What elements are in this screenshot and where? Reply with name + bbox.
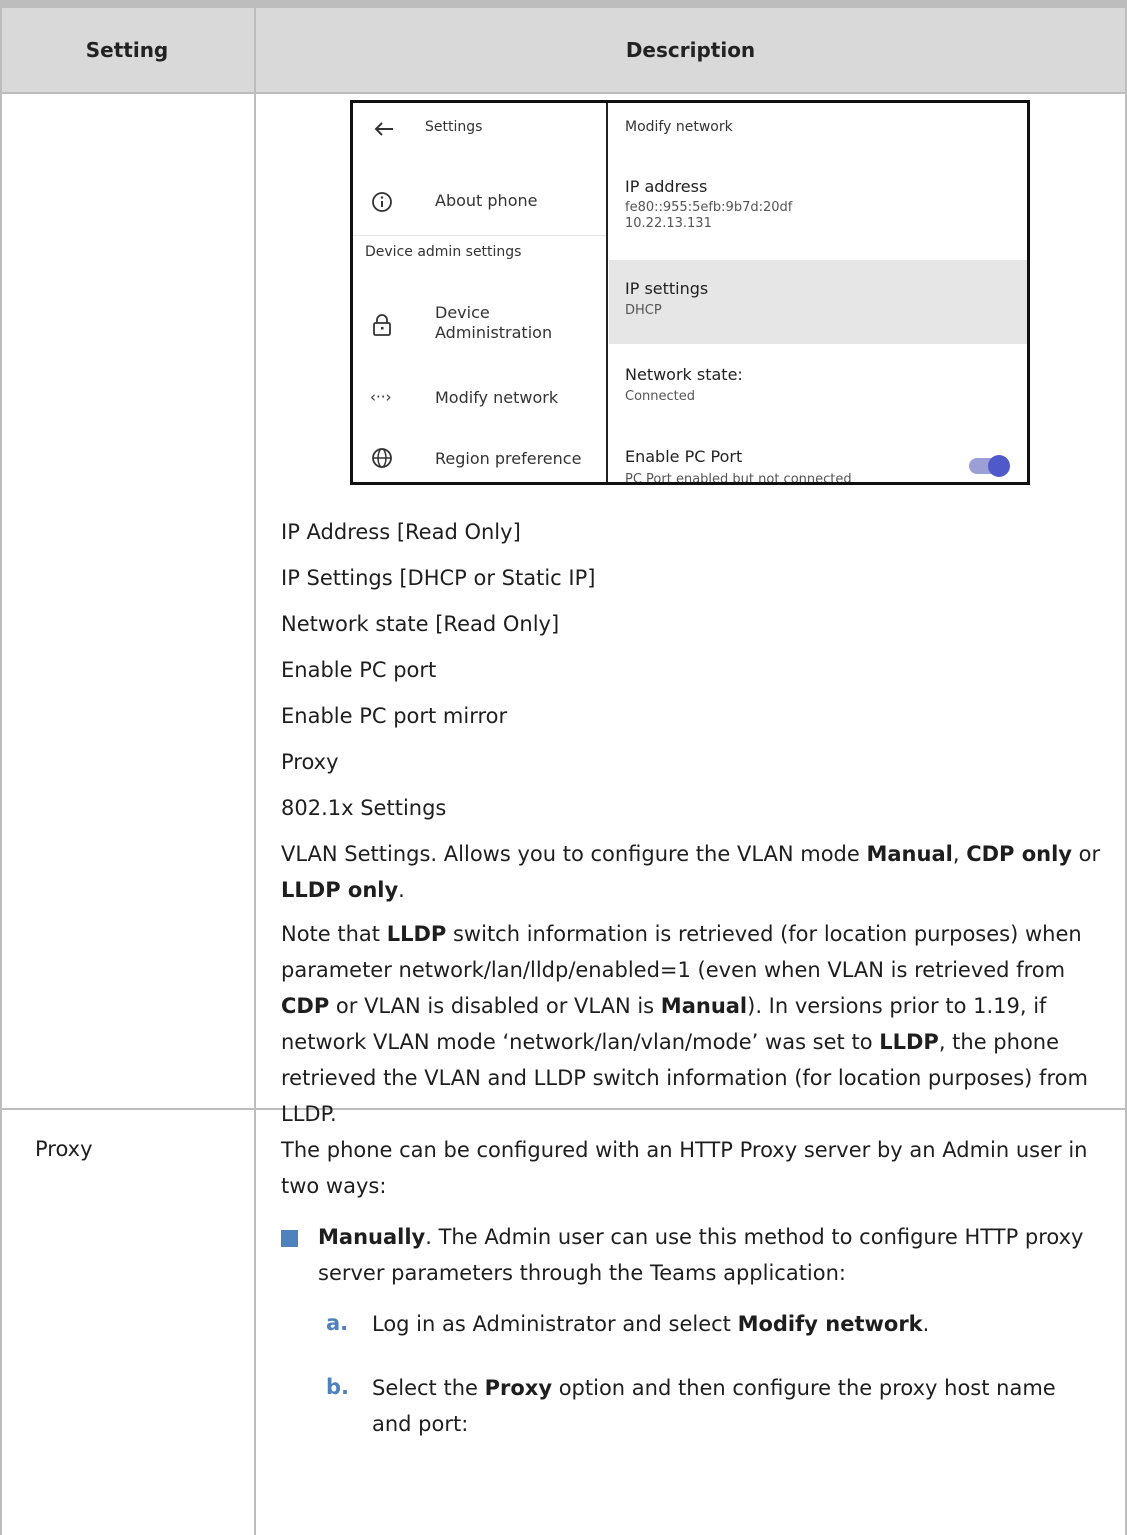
network-state-label: Network state: [625,365,743,384]
step-a-span: Log in as Administrator and select [372,1312,738,1336]
ip-address-label: IP address [625,177,708,196]
globe-icon [372,448,392,468]
note-t3: or VLAN is disabled or VLAN is [329,994,661,1018]
note-b1: LLDP [386,922,447,946]
pane-divider [606,103,608,482]
left-title: Settings [425,119,483,135]
vlan-prefix: VLAN Settings. Allows you to configure t… [281,842,867,866]
note-b2: CDP [281,994,330,1018]
step-a-text: Log in as Administrator and select Modif… [372,1306,1112,1342]
device-administration-line2: Administration [435,323,553,342]
network-state-value: Connected [625,389,696,404]
bullet-text: . The Admin user can use this method to … [318,1225,1084,1285]
column-divider [254,0,256,1535]
vlan-sep1: , [952,842,967,866]
item-ip-settings: IP Settings [DHCP or Static IP] [281,566,596,590]
vlan-sep2: or [1072,842,1101,866]
step-b-text: Select the Proxy option and then configu… [372,1370,1092,1442]
ip-settings-label: IP settings [625,279,709,298]
device-admin-settings-label: Device admin settings [365,244,522,260]
bullet-square-icon [281,1230,298,1247]
step-b-span1: Select the [372,1376,485,1400]
lldp-note: Note that LLDP switch information is ret… [281,916,1111,1132]
enable-pc-port-label: Enable PC Port [625,447,743,466]
item-enable-pc-port-mirror: Enable PC port mirror [281,704,508,728]
device-administration-line1: Device [435,303,490,322]
step-a-letter: a. [326,1311,349,1335]
section-separator [353,235,606,236]
lock-icon [373,314,391,336]
step-b-bold: Proxy [484,1376,553,1400]
item-network-state: Network state [Read Only] [281,612,560,636]
setting-proxy: Proxy [35,1137,93,1161]
modify-network-item: Modify network [435,388,559,407]
table-header: Setting Description [0,0,1127,92]
settings-table: Setting Description Settings About phone… [0,0,1127,1535]
vlan-cdp-only: CDP only [966,842,1072,866]
header-setting: Setting [85,38,169,62]
phone-settings-screenshot: Settings About phone Device admin settin… [350,100,1030,485]
info-icon [372,192,392,212]
header-description: Description [625,38,756,62]
step-a-end: . [922,1312,930,1336]
about-phone-item: About phone [435,191,538,210]
vlan-manual: Manual [866,842,953,866]
enable-pc-port-value: PC Port enabled but not connected [625,472,852,485]
ip-settings-highlight [609,260,1027,344]
proxy-intro: The phone can be configured with an HTTP… [281,1138,1088,1198]
vlan-lldp-only: LLDP only [281,878,399,902]
right-title: Modify network [625,119,733,135]
pc-port-toggle-thumb [988,455,1010,477]
item-enable-pc-port: Enable PC port [281,658,437,682]
item-8021x: 802.1x Settings [281,796,447,820]
bullet-bold: Manually [318,1225,426,1249]
vlan-suffix: . [398,878,405,902]
ip-settings-value: DHCP [625,303,662,318]
network-code-icon: ‹··› [370,388,392,406]
ip-address-v6: fe80::955:5efb:9b7d:20df [625,200,793,215]
device-administration-item: Device Administration [435,303,552,343]
item-ip-address: IP Address [Read Only] [281,520,521,544]
table-border-left [0,0,2,1535]
note-b3: Manual [660,994,748,1018]
note-b4: LLDP [879,1030,939,1054]
item-proxy: Proxy [281,750,339,774]
header-bottom-border [0,92,1127,94]
step-b-letter: b. [326,1375,350,1399]
proxy-manually-bullet: Manually. The Admin user can use this me… [318,1219,1108,1291]
ip-address-v4: 10.22.13.131 [625,216,712,231]
vlan-settings-text: VLAN Settings. Allows you to configure t… [281,836,1111,908]
back-arrow-icon [374,122,393,136]
step-a-bold: Modify network [737,1312,923,1336]
region-preference-item: Region preference [435,449,582,468]
note-t1: Note that [281,922,387,946]
